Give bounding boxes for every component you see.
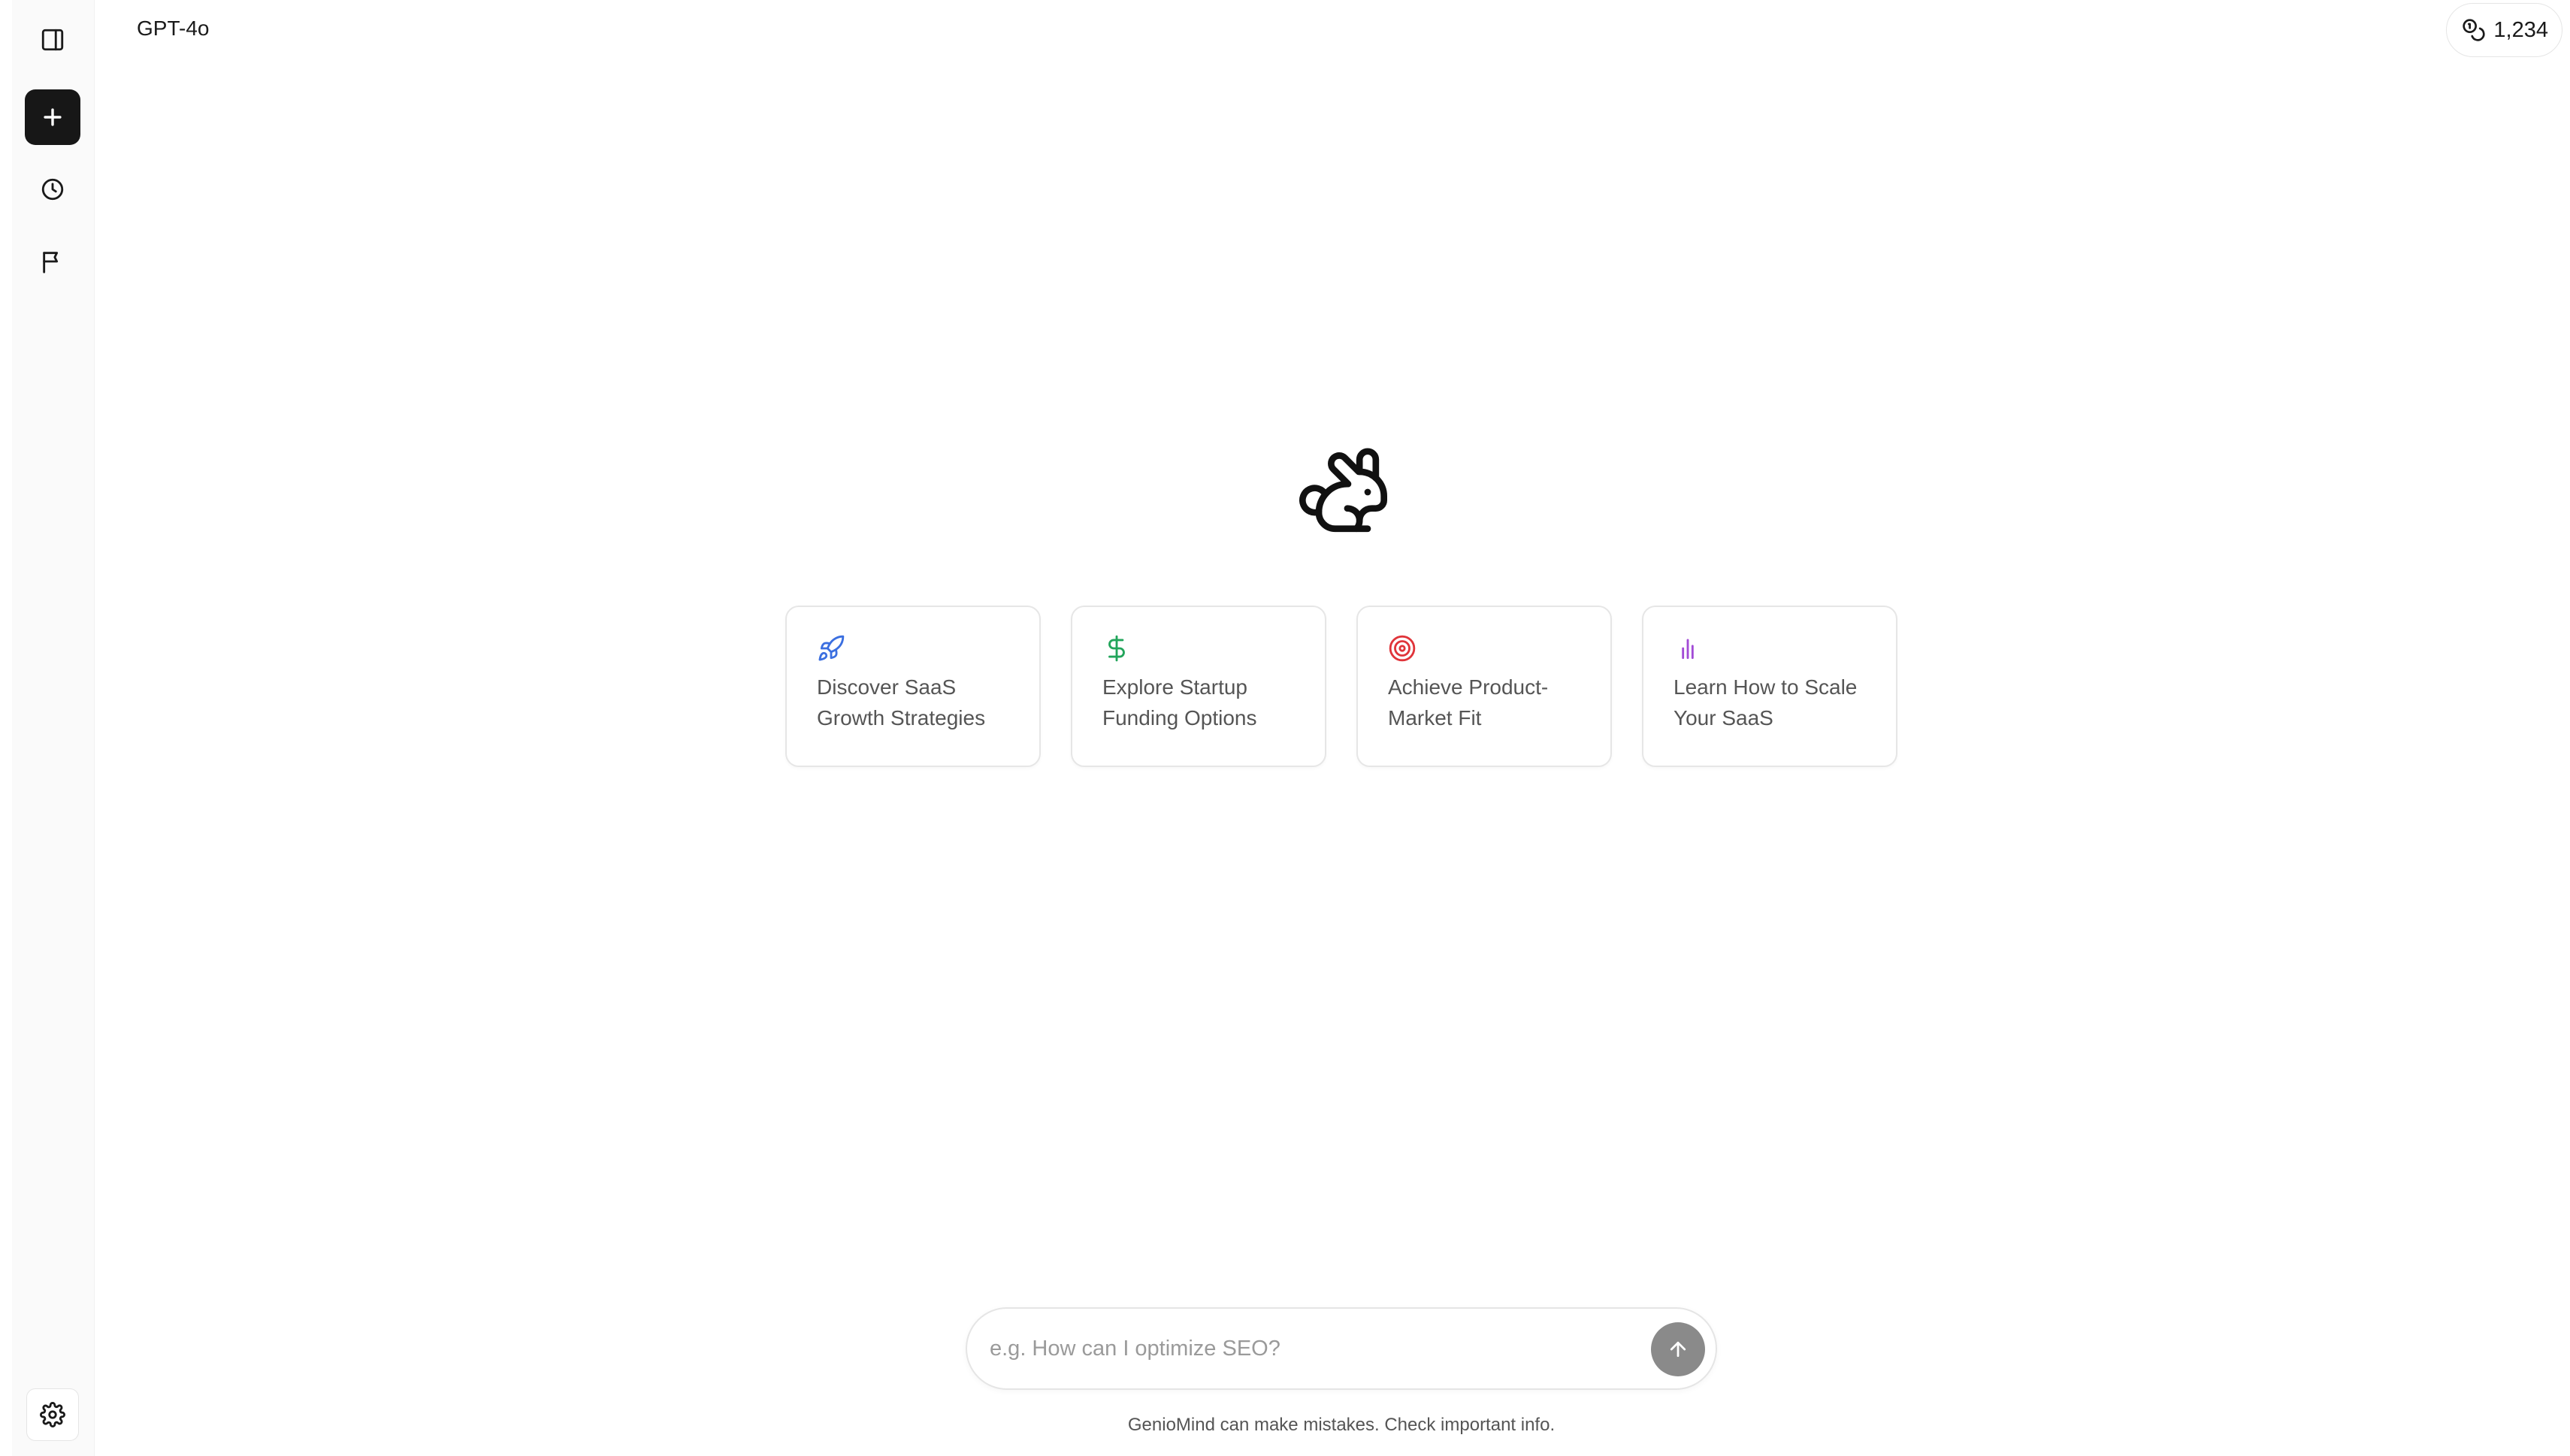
bar-chart-icon xyxy=(1674,634,1702,663)
send-button[interactable] xyxy=(1651,1322,1705,1376)
settings-button[interactable] xyxy=(26,1388,79,1441)
history-button[interactable] xyxy=(25,162,80,217)
flag-icon xyxy=(43,252,59,273)
rocket-icon xyxy=(817,634,845,663)
rabbit-icon xyxy=(1299,448,1387,533)
suggestion-text: Explore Startup Funding Options xyxy=(1102,675,1257,730)
suggestion-card-funding[interactable]: Explore Startup Funding Options xyxy=(1071,606,1326,767)
suggestion-text: Achieve Product- Market Fit xyxy=(1388,675,1549,730)
dollar-icon xyxy=(1102,634,1131,663)
suggestion-text: Discover SaaS Growth Strategies xyxy=(817,675,986,730)
app-root: GPT-4o 1,234 Discover SaaS Growth Strate… xyxy=(0,0,2570,1456)
sidebar-panel-icon xyxy=(41,29,64,51)
arrow-up-icon xyxy=(1670,1341,1686,1358)
target-icon xyxy=(1388,634,1417,663)
plus-icon xyxy=(44,108,62,126)
suggestion-text: Learn How to Scale Your SaaS xyxy=(1674,675,1858,730)
suggestion-card-product-market-fit[interactable]: Achieve Product- Market Fit xyxy=(1356,606,1612,767)
credits-badge[interactable]: 1,234 xyxy=(2446,3,2562,57)
model-selector[interactable]: GPT-4o xyxy=(137,17,209,41)
sidebar xyxy=(12,0,95,1456)
suggestion-card-scale-saas[interactable]: Learn How to Scale Your SaaS xyxy=(1642,606,1897,767)
flag-button[interactable] xyxy=(25,234,80,289)
suggestion-card-saas-growth[interactable]: Discover SaaS Growth Strategies xyxy=(785,606,1041,767)
credits-count: 1,234 xyxy=(2493,17,2548,42)
gear-icon xyxy=(40,1402,65,1427)
disclaimer-text: GenioMind can make mistakes. Check impor… xyxy=(1127,1415,1556,1435)
toggle-sidebar-button[interactable] xyxy=(25,12,80,68)
clock-icon xyxy=(41,178,64,201)
coins-icon xyxy=(2463,19,2486,41)
new-chat-button[interactable] xyxy=(25,89,80,145)
chat-composer xyxy=(966,1307,1717,1390)
message-input[interactable] xyxy=(990,1309,1606,1388)
